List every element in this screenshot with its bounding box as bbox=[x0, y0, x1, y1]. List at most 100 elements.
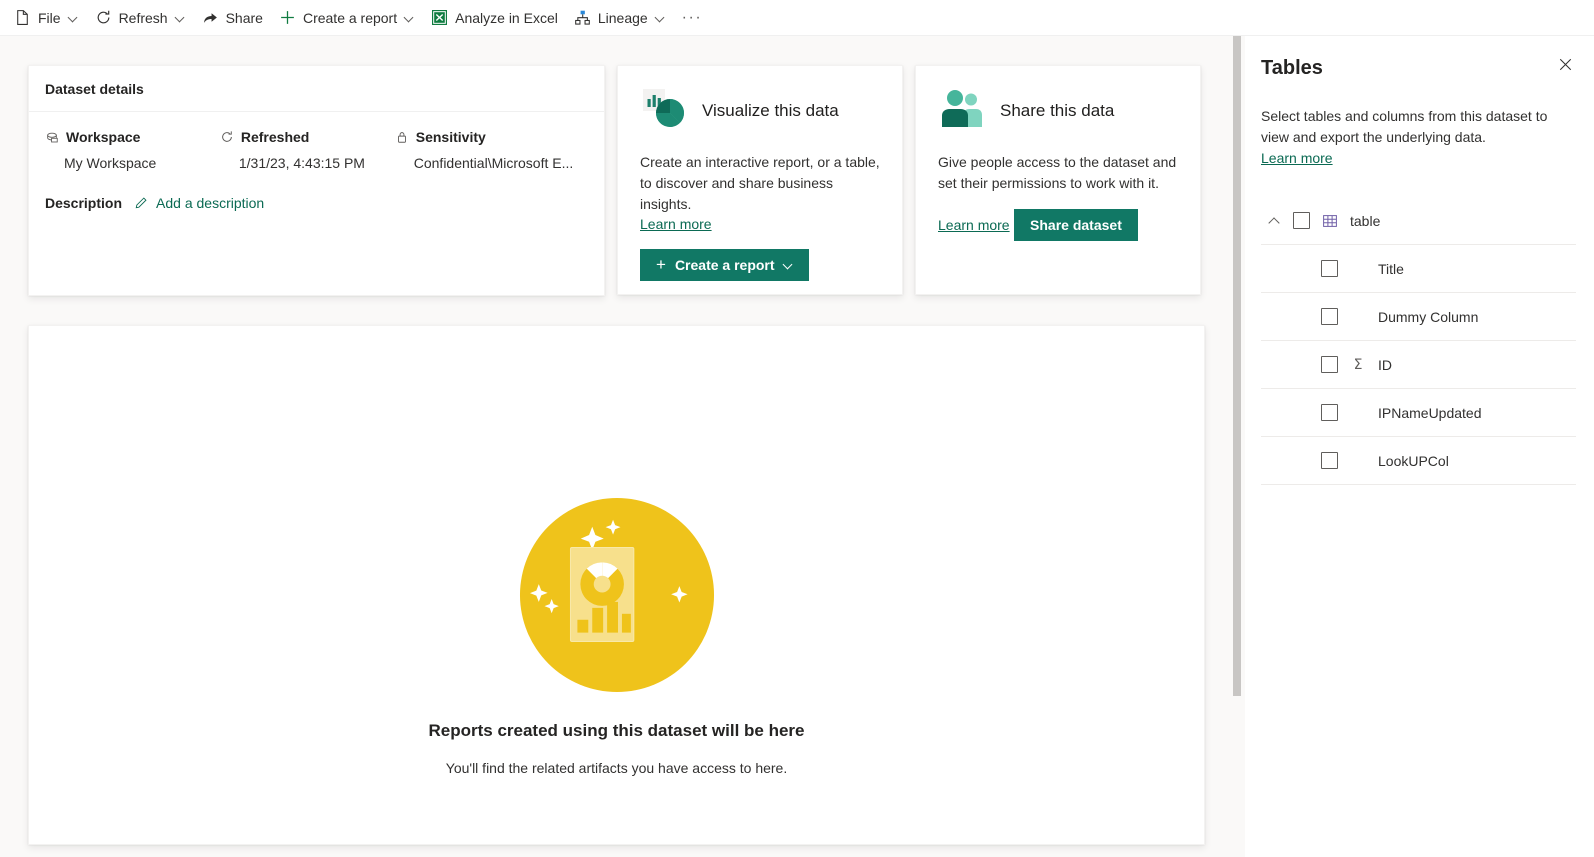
chevron-down-icon[interactable] bbox=[69, 13, 79, 23]
empty-state-subtitle: You'll find the related artifacts you ha… bbox=[445, 760, 788, 776]
command-analyze-in-excel[interactable]: Analyze in Excel bbox=[423, 2, 566, 34]
description-row: Description Add a description bbox=[45, 195, 588, 211]
dataset-details-card: Dataset details Workspace My Workspace R… bbox=[28, 65, 605, 296]
command-bar: File Refresh Share Create a report Analy… bbox=[0, 0, 1594, 36]
share-learn-more-link[interactable]: Learn more bbox=[938, 217, 1010, 233]
main-scrollbar-track[interactable] bbox=[1229, 36, 1245, 857]
meta-label-workspace: Workspace bbox=[45, 128, 220, 146]
main-content: Dataset details Workspace My Workspace R… bbox=[0, 36, 1215, 845]
tables-panel: Tables Select tables and columns from th… bbox=[1245, 36, 1594, 857]
command-share[interactable]: Share bbox=[194, 2, 271, 34]
file-icon bbox=[14, 9, 31, 26]
table-checkbox[interactable] bbox=[1293, 212, 1310, 229]
dataset-details-header: Dataset details bbox=[29, 66, 604, 112]
tree-label-column: Title bbox=[1378, 260, 1404, 277]
excel-icon bbox=[431, 9, 448, 26]
tree-label-column: ID bbox=[1378, 356, 1392, 373]
column-checkbox[interactable] bbox=[1321, 356, 1338, 373]
dataset-details-body: Workspace My Workspace Refreshed 1/31/23… bbox=[29, 112, 604, 295]
visualize-learn-more-link[interactable]: Learn more bbox=[640, 216, 712, 232]
add-description-label: Add a description bbox=[156, 195, 265, 211]
tree-row-column[interactable]: LookUPCol bbox=[1261, 437, 1576, 485]
meta-field-refreshed: Refreshed 1/31/23, 4:43:15 PM bbox=[220, 128, 395, 171]
visualize-card-title: Visualize this data bbox=[702, 101, 839, 120]
dataset-meta-columns: Workspace My Workspace Refreshed 1/31/23… bbox=[45, 128, 588, 171]
tree-label-column: IPNameUpdated bbox=[1378, 404, 1482, 421]
tree-row-table[interactable]: table bbox=[1261, 197, 1576, 245]
page-body: Dataset details Workspace My Workspace R… bbox=[0, 36, 1594, 857]
create-a-report-button[interactable]: + Create a report bbox=[640, 249, 809, 281]
lineage-icon bbox=[574, 9, 591, 26]
command-refresh-label: Refresh bbox=[118, 9, 168, 26]
reports-empty-state-panel: Reports created using this dataset will … bbox=[28, 325, 1205, 845]
people-icon bbox=[938, 85, 986, 138]
empty-state-title: Reports created using this dataset will … bbox=[428, 721, 805, 740]
command-lineage[interactable]: Lineage bbox=[566, 2, 674, 34]
command-create-report-label: Create a report bbox=[302, 9, 398, 26]
close-icon bbox=[1558, 57, 1573, 77]
share-card-header: Share this data bbox=[938, 86, 1178, 136]
tree-label-table: table bbox=[1350, 212, 1381, 229]
chevron-down-icon bbox=[784, 261, 793, 270]
chevron-down-icon[interactable] bbox=[176, 13, 186, 23]
meta-field-sensitivity: Sensitivity Confidential\Microsoft E... bbox=[395, 128, 588, 171]
share-dataset-button[interactable]: Share dataset bbox=[1014, 209, 1138, 241]
visualize-card-header: Visualize this data bbox=[640, 86, 880, 136]
pencil-icon bbox=[134, 196, 148, 210]
share-dataset-button-label: Share dataset bbox=[1030, 217, 1122, 233]
tree-row-column[interactable]: Σ ID bbox=[1261, 341, 1576, 389]
more-commands-icon: ··· bbox=[681, 8, 703, 26]
column-checkbox[interactable] bbox=[1321, 404, 1338, 421]
more-commands-button[interactable]: ··· bbox=[674, 2, 710, 34]
share-icon bbox=[202, 9, 219, 26]
meta-label-sensitivity: Sensitivity bbox=[395, 128, 588, 146]
meta-value-workspace: My Workspace bbox=[64, 155, 157, 171]
column-checkbox[interactable] bbox=[1321, 308, 1338, 325]
tree-label-column: LookUPCol bbox=[1378, 452, 1449, 469]
tables-panel-title: Tables bbox=[1261, 57, 1323, 79]
refresh-icon bbox=[220, 130, 234, 144]
refresh-icon bbox=[95, 9, 112, 26]
command-analyze-in-excel-label: Analyze in Excel bbox=[455, 9, 558, 26]
meta-field-workspace: Workspace My Workspace bbox=[45, 128, 220, 171]
tree-row-column[interactable]: IPNameUpdated bbox=[1261, 389, 1576, 437]
tree-row-column[interactable]: Dummy Column bbox=[1261, 293, 1576, 341]
plus-icon: + bbox=[656, 254, 666, 274]
tables-panel-header: Tables bbox=[1261, 54, 1576, 84]
column-checkbox[interactable] bbox=[1321, 452, 1338, 469]
chart-pie-icon bbox=[640, 85, 688, 138]
meta-label-refreshed: Refreshed bbox=[220, 128, 395, 146]
column-checkbox[interactable] bbox=[1321, 260, 1338, 277]
create-a-report-button-label: Create a report bbox=[674, 257, 775, 273]
command-create-report[interactable]: Create a report bbox=[271, 2, 423, 34]
share-this-data-card: Share this data Give people access to th… bbox=[915, 65, 1201, 295]
description-label: Description bbox=[45, 195, 123, 211]
share-card-title: Share this data bbox=[1000, 101, 1115, 120]
meta-label-sensitivity-text: Sensitivity bbox=[415, 129, 486, 145]
command-refresh[interactable]: Refresh bbox=[87, 2, 194, 34]
tables-panel-description: Select tables and columns from this data… bbox=[1261, 106, 1576, 169]
chevron-up-icon[interactable] bbox=[1263, 210, 1285, 232]
tables-panel-learn-more-link[interactable]: Learn more bbox=[1261, 148, 1572, 169]
main-scrollbar-thumb[interactable] bbox=[1233, 36, 1241, 696]
close-panel-button[interactable] bbox=[1550, 52, 1580, 82]
command-file-label: File bbox=[38, 9, 61, 26]
command-lineage-label: Lineage bbox=[597, 9, 648, 26]
visualize-this-data-card: Visualize this data Create an interactiv… bbox=[617, 65, 903, 295]
cards-row: Dataset details Workspace My Workspace R… bbox=[28, 65, 1215, 296]
command-file[interactable]: File bbox=[6, 2, 87, 34]
tables-tree: table Title Dummy Column Σ ID IPNameUpda… bbox=[1261, 197, 1576, 485]
main-content-region: Dataset details Workspace My Workspace R… bbox=[0, 36, 1245, 857]
command-share-label: Share bbox=[225, 9, 263, 26]
chevron-down-icon[interactable] bbox=[656, 13, 666, 23]
table-grid-icon bbox=[1322, 213, 1338, 229]
sigma-icon: Σ bbox=[1353, 356, 1363, 373]
tree-row-column[interactable]: Title bbox=[1261, 245, 1576, 293]
chevron-down-icon[interactable] bbox=[405, 13, 415, 23]
add-description-button[interactable]: Add a description bbox=[134, 195, 264, 211]
meta-label-workspace-text: Workspace bbox=[66, 129, 141, 145]
lock-icon bbox=[395, 130, 409, 144]
tables-panel-description-text: Select tables and columns from this data… bbox=[1261, 108, 1548, 145]
meta-value-sensitivity: Confidential\Microsoft E... bbox=[413, 155, 574, 171]
plus-icon bbox=[279, 9, 296, 26]
